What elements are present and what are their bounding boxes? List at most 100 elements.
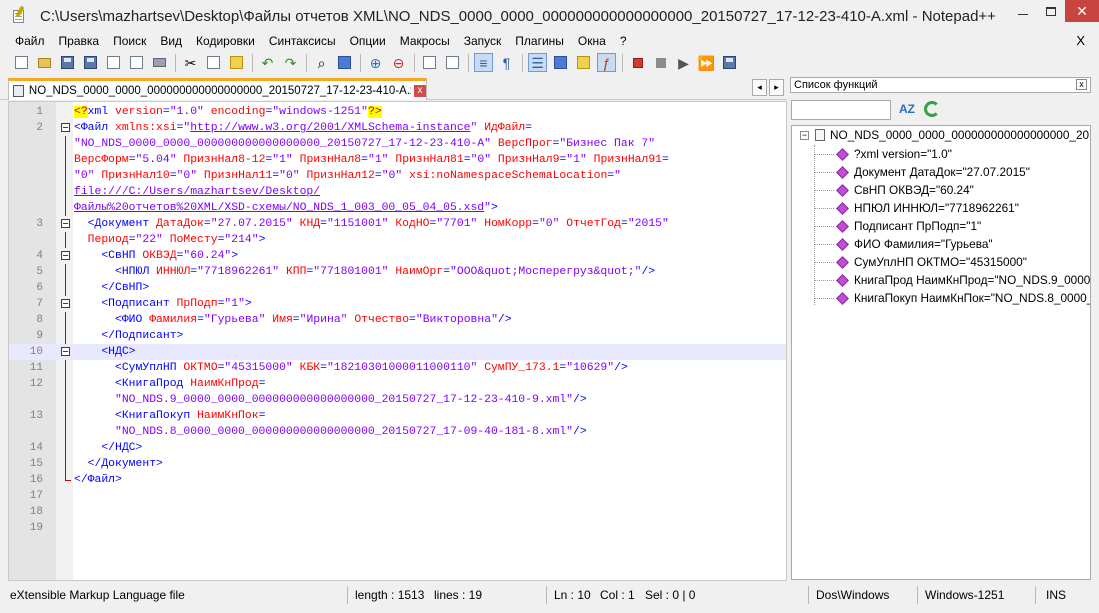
zoom-out-button[interactable]: ⊖ [389,53,408,72]
menu-item[interactable]: Плагины [508,34,571,48]
sort-icon[interactable]: AZ [899,102,915,116]
tab-close-button[interactable]: x [414,84,426,97]
indent-guide-button[interactable]: ☰ [528,53,547,72]
editor[interactable]: 1 <?xml version="1.0" encoding="windows-1… [8,101,787,581]
menu-item[interactable]: Синтаксисы [262,34,343,48]
menu-item[interactable]: Макросы [393,34,457,48]
start-recording-button[interactable] [628,53,647,72]
code-line[interactable]: 1 <?xml version="1.0" encoding="windows-1… [9,104,786,120]
show-all-chars-button[interactable]: ¶ [497,53,516,72]
word-wrap-button[interactable]: ≡ [474,53,493,72]
function-search-input[interactable] [791,100,891,120]
cut-button[interactable]: ✂ [181,53,200,72]
sync-vertical-button[interactable] [420,53,439,72]
code-line[interactable]: 2 <Файл xmlns:xsi="http://www.w3.org/2001… [9,120,786,136]
code-line[interactable]: 8 <ФИО Фамилия="Гурьева" Имя="Ирина" Отч… [9,312,786,328]
menu-item[interactable]: ? [613,34,634,48]
zoom-in-button[interactable]: ⊕ [366,53,385,72]
save-all-button[interactable] [81,53,100,72]
find-button[interactable]: ⌕ [312,53,331,72]
fold-toggle-icon[interactable] [61,219,70,228]
fold-toggle-icon[interactable] [61,123,70,132]
function-list-item[interactable]: КнигаПрод НаимКнПрод="NO_NDS.9_0000_ [836,271,1090,289]
function-list-button[interactable]: ƒ [597,53,616,72]
token-url[interactable]: Файлы%20отчетов%20XML/XSD-схемы/NO_NDS_1… [74,202,484,214]
code-line[interactable]: 14 </НДС> [9,440,786,456]
code-line[interactable]: file:///C:/Users/mazhartsev/Desktop/ [9,184,786,200]
menu-item[interactable]: Кодировки [189,34,262,48]
paste-button[interactable] [227,53,246,72]
code-line[interactable]: 3 <Документ ДатаДок="27.07.2015" КНД="11… [9,216,786,232]
code-line[interactable]: 6 </СвНП> [9,280,786,296]
code-line[interactable]: 19 [9,520,786,536]
document-map-button[interactable] [574,53,593,72]
save-button[interactable] [58,53,77,72]
close-file-button[interactable] [104,53,123,72]
maximize-button[interactable] [1037,0,1065,22]
tab-prev-button[interactable]: ◂ [752,79,767,96]
copy-button[interactable] [204,53,223,72]
document-tab[interactable]: NO_NDS_0000_0000_000000000000000000_2015… [8,78,427,100]
code-line[interactable]: 17 [9,488,786,504]
new-file-button[interactable] [12,53,31,72]
minimize-button[interactable] [1009,0,1037,22]
save-macro-button[interactable] [720,53,739,72]
function-list-item[interactable]: НПЮЛ ИННЮЛ="7718962261" [836,199,1019,217]
close-all-button[interactable] [127,53,146,72]
function-list-item[interactable]: СвНП ОКВЭД="60.24" [836,181,974,199]
code-line[interactable]: 4 <СвНП ОКВЭД="60.24"> [9,248,786,264]
redo-button[interactable]: ↷ [281,53,300,72]
code-line[interactable]: Период="22" ПоМесту="214"> [9,232,786,248]
code-line[interactable]: "0" ПризнНал10="0" ПризнНал11="0" ПризнН… [9,168,786,184]
code-line[interactable]: 15 </Документ> [9,456,786,472]
code-line[interactable]: "NO_NDS.8_0000_0000_000000000000000000_2… [9,424,786,440]
code-line[interactable]: 16 </Файл> [9,472,786,488]
tree-root[interactable]: − NO_NDS_0000_0000_000000000000000000_20… [800,128,1090,142]
token-url[interactable]: http://www.w3.org/2001/XMLSchema-instanc… [190,122,470,134]
function-list-item[interactable]: Подписант ПрПодп="1" [836,217,981,235]
menu-item[interactable]: Запуск [457,34,509,48]
fold-toggle-icon[interactable] [61,299,70,308]
function-list-close-button[interactable]: x [1076,79,1087,90]
function-list-item[interactable]: СумУплНП ОКТМО="45315000" [836,253,1027,271]
run-macro-multiple-button[interactable]: ⏩ [697,53,716,72]
function-list-item[interactable]: Документ ДатаДок="27.07.2015" [836,163,1030,181]
tab-next-button[interactable]: ▸ [769,79,784,96]
code-line[interactable]: ВерсФорм="5.04" ПризнНал8-12="1" ПризнНа… [9,152,786,168]
function-list-item[interactable]: КнигаПокуп НаимКнПок="NO_NDS.8_0000_ [836,289,1090,307]
code-line[interactable]: 11 <СумУплНП ОКТМО="45315000" КБК="18210… [9,360,786,376]
menu-item[interactable]: Поиск [106,34,153,48]
function-list-item[interactable]: ?xml version="1.0" [836,145,952,163]
code-line[interactable]: "NO_NDS.9_0000_0000_000000000000000000_2… [9,392,786,408]
print-button[interactable] [150,53,169,72]
code-line[interactable]: 9 </Подписант> [9,328,786,344]
code-line[interactable]: 13 <КнигаПокуп НаимКнПок= [9,408,786,424]
token-url[interactable]: file:///C:/Users/mazhartsev/Desktop/ [74,186,320,198]
close-window-button[interactable]: ✕ [1065,0,1099,22]
replace-button[interactable] [335,53,354,72]
playback-button[interactable]: ▶ [674,53,693,72]
code-line[interactable]: "NO_NDS_0000_0000_000000000000000000_201… [9,136,786,152]
open-file-button[interactable] [35,53,54,72]
code-line[interactable]: 10 <НДС> [9,344,786,360]
fold-toggle-icon[interactable] [61,347,70,356]
undo-button[interactable]: ↶ [258,53,277,72]
code-line[interactable]: 18 [9,504,786,520]
code-line[interactable]: Файлы%20отчетов%20XML/XSD-схемы/NO_NDS_1… [9,200,786,216]
collapse-icon[interactable]: − [800,130,809,140]
menu-item[interactable]: Вид [153,34,189,48]
code-line[interactable]: 5 <НПЮЛ ИННЮЛ="7718962261" КПП="77180100… [9,264,786,280]
function-list-item[interactable]: ФИО Фамилия="Гурьева" [836,235,993,253]
reload-icon[interactable] [924,101,940,117]
fold-toggle-icon[interactable] [61,251,70,260]
code-line[interactable]: 7 <Подписант ПрПодп="1"> [9,296,786,312]
menu-item[interactable]: Правка [52,34,107,48]
menu-item[interactable]: Файл [0,34,52,48]
menu-item[interactable]: Опции [343,34,393,48]
stop-recording-button[interactable] [651,53,670,72]
close-document-button[interactable]: X [1076,33,1085,48]
code-line[interactable]: 12 <КнигаПрод НаимКнПрод= [9,376,786,392]
user-defined-language-button[interactable] [551,53,570,72]
menu-item[interactable]: Окна [571,34,613,48]
sync-horizontal-button[interactable] [443,53,462,72]
